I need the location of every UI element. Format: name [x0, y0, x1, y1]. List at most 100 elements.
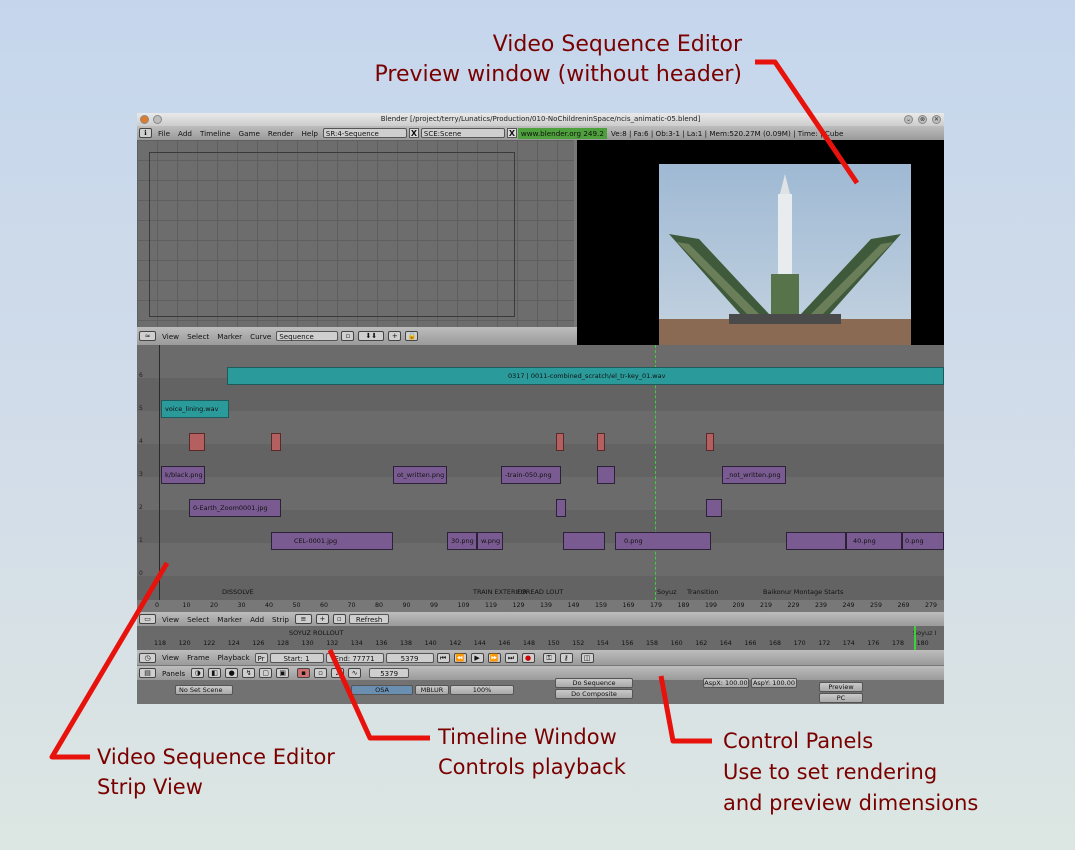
do-composite-button[interactable]: Do Composite	[555, 689, 633, 699]
menu-file[interactable]: File	[158, 129, 170, 138]
fast-forward-icon[interactable]: ⏩	[487, 652, 501, 663]
current-frame-field[interactable]: 5379	[385, 652, 434, 663]
delete-screen-button[interactable]: X	[408, 128, 419, 138]
blender-website-link[interactable]: www.blender.org 249.2	[517, 127, 607, 139]
rewind-icon[interactable]: ⏪	[453, 652, 467, 663]
scene-selector[interactable]: SCE:Scene	[420, 128, 505, 138]
timeline-marker-soyuz[interactable]: Soyuz I	[913, 629, 936, 637]
preview-range-toggle[interactable]: Pr	[254, 652, 268, 663]
ipo-curve-editor[interactable]	[137, 140, 574, 327]
tl-menu-view[interactable]: View	[162, 653, 179, 662]
image-strip[interactable]	[786, 532, 846, 550]
marker-soyuz[interactable]: Soyuz	[657, 588, 676, 596]
close-icon[interactable]: ✕	[932, 115, 941, 124]
seq-menu-select[interactable]: Select	[187, 615, 209, 624]
set-scene-field[interactable]: No Set Scene	[175, 685, 233, 695]
pc-button[interactable]: PC	[819, 693, 863, 703]
ipo-key-icons[interactable]: ⬇⬇	[358, 331, 385, 341]
image-strip[interactable]: 40.png	[846, 532, 902, 550]
color-strip[interactable]	[189, 433, 205, 451]
timeline-marker-soyuz-rollout[interactable]: SOYUZ ROLLOUT	[289, 629, 344, 637]
world-icon[interactable]: ∿	[348, 668, 362, 678]
menu-game[interactable]: Game	[239, 129, 260, 138]
delete-scene-button[interactable]: X	[506, 128, 517, 138]
image-strip[interactable]: -train-050.png	[501, 466, 561, 484]
scene-context-icon[interactable]: ▣	[276, 668, 290, 678]
end-frame-field[interactable]: End: 77771	[325, 652, 384, 663]
sequence-window-type-icon[interactable]: ▭	[139, 614, 156, 624]
voice-strip[interactable]: voice_lining.wav	[161, 400, 229, 418]
tl-menu-playback[interactable]: Playback	[217, 653, 249, 662]
mblur-toggle[interactable]: MBLUR	[415, 685, 449, 695]
image-strip[interactable]: 0.png	[615, 532, 711, 550]
object-context-icon[interactable]: ↯	[242, 668, 256, 678]
ipo-lock-icon[interactable]: 🔒	[405, 331, 419, 341]
seq-zoom-icon[interactable]: +	[315, 614, 329, 624]
sequence-strip-view[interactable]: 6 5 4 3 2 1 0 0317 | 0011-combined_scrat…	[137, 345, 944, 600]
color-strip[interactable]	[556, 433, 564, 451]
do-sequence-button[interactable]: Do Sequence	[555, 678, 633, 688]
ipo-menu-marker[interactable]: Marker	[217, 332, 242, 341]
image-strip[interactable]: 0-Earth_Zoom0001.jpg	[189, 499, 281, 517]
marker-baikonur[interactable]: Baikonur Montage Starts	[763, 588, 843, 596]
shading-context-icon[interactable]: ●	[225, 668, 239, 678]
key-options-icon[interactable]: ⚷	[559, 652, 573, 663]
logic-context-icon[interactable]: ◑	[191, 668, 205, 678]
aspect-y-field[interactable]: AspY: 100.00	[751, 678, 797, 688]
panels-menu[interactable]: Panels	[162, 669, 185, 678]
seq-menu-marker[interactable]: Marker	[217, 615, 242, 624]
aspect-x-field[interactable]: AspX: 100.00	[703, 678, 749, 688]
script-context-icon[interactable]: ◧	[208, 668, 222, 678]
start-frame-field[interactable]: Start: 1	[269, 652, 324, 663]
screen-selector[interactable]: SR:4-Sequence	[322, 128, 407, 138]
sound-icon[interactable]: ♪	[331, 668, 345, 678]
image-strip[interactable]: k/black.png	[161, 466, 205, 484]
image-strip[interactable]: CEL-0001.jpg	[271, 532, 393, 550]
image-strip[interactable]: 0.png	[902, 532, 944, 550]
marker-foread-lout[interactable]: FOREAD LOUT	[517, 588, 563, 596]
image-strip[interactable]: w.png	[477, 532, 503, 550]
seq-menu-add[interactable]: Add	[250, 615, 264, 624]
record-icon[interactable]: ●	[521, 652, 535, 663]
ipo-zoom-icon[interactable]: +	[388, 331, 402, 341]
ipo-window-type-icon[interactable]: ≈	[139, 331, 156, 341]
marker-transition[interactable]: Transition	[687, 588, 718, 596]
sync-icon[interactable]: ◫	[580, 652, 594, 663]
percent-size-field[interactable]: 100%	[450, 685, 514, 695]
jump-start-icon[interactable]: ⏮	[436, 652, 450, 663]
keyframe-icon[interactable]: ⚿	[542, 652, 556, 663]
ipo-menu-curve[interactable]: Curve	[250, 332, 271, 341]
refresh-button[interactable]: Refresh	[348, 614, 390, 624]
info-window-type-icon[interactable]: ℹ	[139, 128, 152, 138]
frame-number-field[interactable]: 5379	[369, 668, 410, 678]
audio-strip[interactable]: 0317 | 0011-combined_scratch/el_tr-key_0…	[227, 367, 944, 385]
buttons-window-type-icon[interactable]: ▤	[139, 668, 156, 678]
render-icon[interactable]: ▪	[297, 668, 311, 678]
image-strip[interactable]: 30.png	[447, 532, 477, 550]
timeline-window-type-icon[interactable]: ◷	[139, 652, 156, 663]
color-strip[interactable]	[271, 433, 281, 451]
ipo-menu-view[interactable]: View	[162, 332, 179, 341]
ipo-menu-select[interactable]: Select	[187, 332, 209, 341]
preview-button[interactable]: Preview	[819, 682, 863, 692]
timeline-window[interactable]: SOYUZ ROLLOUT Soyuz I 118 120 122 124 126 128…	[137, 626, 944, 650]
minimize-icon[interactable]: ⌄	[904, 115, 913, 124]
jump-end-icon[interactable]: ⏭	[504, 652, 518, 663]
anim-icon[interactable]: ▫	[314, 668, 328, 678]
color-strip[interactable]	[706, 433, 714, 451]
image-strip[interactable]	[597, 466, 615, 484]
menu-add[interactable]: Add	[178, 129, 192, 138]
image-strip[interactable]	[563, 532, 605, 550]
ipo-mode-selector[interactable]: Sequence	[276, 331, 339, 341]
seq-lock-icon[interactable]: ▫	[332, 614, 346, 624]
seq-menu-strip[interactable]: Strip	[272, 615, 289, 624]
menu-render[interactable]: Render	[268, 129, 294, 138]
play-icon[interactable]: ▶	[470, 652, 484, 663]
image-strip[interactable]	[556, 499, 566, 517]
menu-timeline[interactable]: Timeline	[200, 129, 231, 138]
maximize-icon[interactable]: ⊗	[918, 115, 927, 124]
edit-context-icon[interactable]: ▢	[259, 668, 273, 678]
seq-menu-view[interactable]: View	[162, 615, 179, 624]
image-strip[interactable]: ot_written.png	[393, 466, 447, 484]
ipo-pin-icon[interactable]: ▫	[341, 331, 355, 341]
